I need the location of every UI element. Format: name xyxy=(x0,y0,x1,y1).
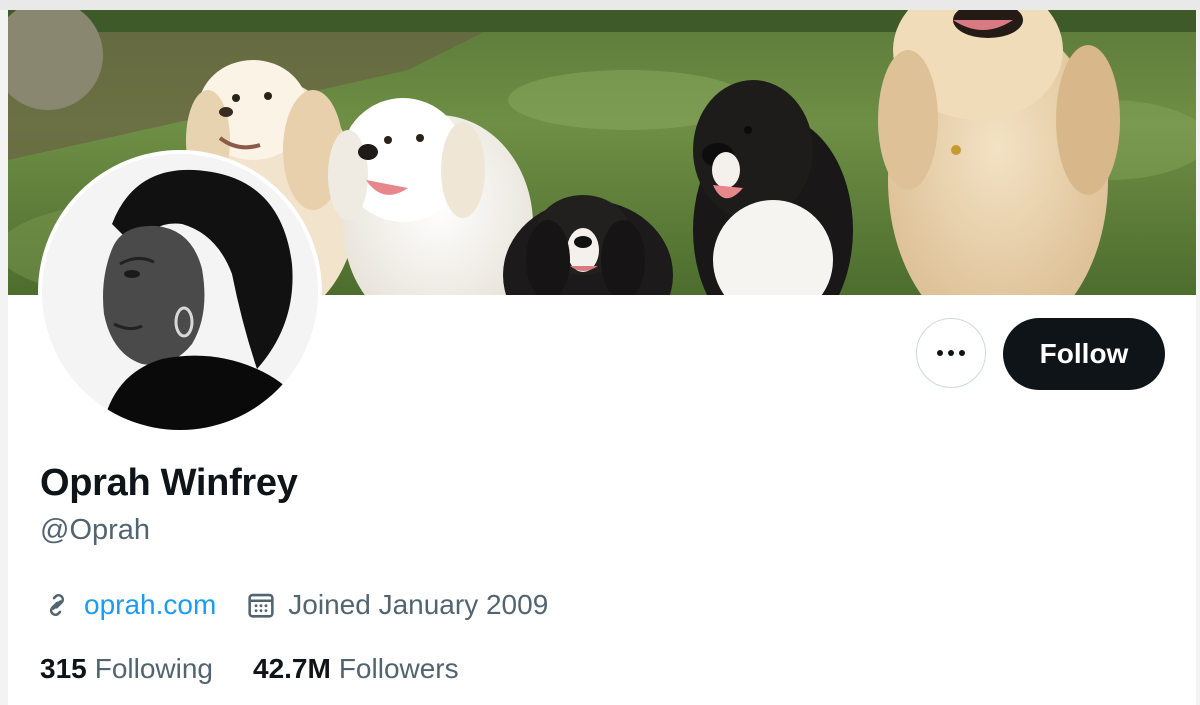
top-strip xyxy=(0,0,1200,10)
joined-date: Joined January 2009 xyxy=(288,589,549,620)
website-link[interactable]: oprah.com xyxy=(84,589,216,621)
following-label: Following xyxy=(94,653,213,684)
following-count: 315 xyxy=(40,653,87,684)
more-dots-icon xyxy=(937,350,965,356)
left-border xyxy=(0,10,8,705)
following-link[interactable]: 315 Following xyxy=(40,653,213,685)
followers-link[interactable]: 42.7M Followers xyxy=(253,653,459,685)
calendar-icon xyxy=(248,593,274,618)
user-handle: @Oprah xyxy=(40,514,151,546)
avatar-frame xyxy=(38,150,322,434)
more-options-button[interactable] xyxy=(916,318,986,388)
display-name: Oprah Winfrey xyxy=(40,462,298,504)
profile-page: Follow Oprah Winfrey @Oprah oprah.com Jo… xyxy=(0,0,1200,705)
followers-label: Followers xyxy=(338,653,459,684)
followers-count: 42.7M xyxy=(253,653,331,684)
link-icon xyxy=(49,593,65,617)
joined-item: Joined January 2009 xyxy=(244,588,548,622)
website-item: oprah.com xyxy=(40,588,216,622)
profile-meta: oprah.com Joined January 2009 xyxy=(40,585,548,625)
avatar[interactable] xyxy=(42,154,318,430)
follow-button[interactable]: Follow xyxy=(1003,318,1165,390)
right-border xyxy=(1196,10,1200,705)
profile-stats: 315 Following 42.7M Followers xyxy=(40,650,459,688)
